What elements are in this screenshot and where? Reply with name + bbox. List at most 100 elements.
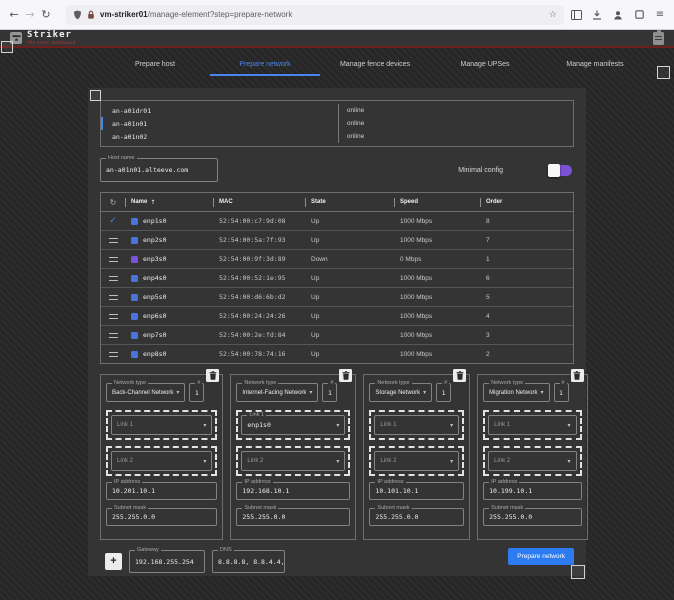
gateway-field[interactable]: Gateway 192.168.255.254 <box>129 550 205 573</box>
interface-checkbox[interactable] <box>131 275 138 282</box>
delete-network-button[interactable] <box>339 369 352 382</box>
sidebar-icon[interactable] <box>570 9 582 21</box>
interface-checkbox[interactable] <box>131 294 138 301</box>
drag-handle-icon[interactable] <box>109 257 118 262</box>
minimal-config-toggle[interactable] <box>549 165 572 176</box>
host-name: an-a01n01 <box>112 120 338 128</box>
interface-speed: 1000 Mbps <box>394 237 480 244</box>
network-type-select[interactable]: Network type Back-Channel Network▾ <box>106 383 185 402</box>
link1-dropzone[interactable]: Link 1 enp1s0▾ <box>236 410 350 440</box>
interface-checkbox[interactable] <box>131 313 138 320</box>
host-row-an-a01dr01[interactable]: an-a01dr01 online <box>101 104 573 117</box>
network-type-select[interactable]: Network type Internet-Facing Network▾ <box>236 383 318 402</box>
interface-mac: 52:54:00:78:74:16 <box>213 350 305 358</box>
link2-dropzone[interactable]: Link 2▾ <box>369 446 464 476</box>
link2-select[interactable]: Link 2▾ <box>241 451 345 471</box>
interface-checkbox[interactable] <box>131 351 138 358</box>
network-card-storage: Network type Storage Network▾ # 1 Link 1… <box>363 374 470 540</box>
drag-handle-icon[interactable] <box>109 276 118 281</box>
delete-network-button[interactable] <box>206 369 219 382</box>
url-bar[interactable]: vm-striker01/manage-element?step=prepare… <box>66 5 564 25</box>
drag-handle-icon[interactable] <box>109 352 118 357</box>
tab-manage-manifests[interactable]: Manage manifests <box>540 50 650 79</box>
drag-handle-icon[interactable] <box>109 314 118 319</box>
ip-address-field[interactable]: IP address 10.201.10.1 <box>106 482 217 500</box>
drag-handle-icon[interactable] <box>109 295 118 300</box>
interface-speed: 1000 Mbps <box>394 332 480 339</box>
link2-dropzone[interactable]: Link 2▾ <box>106 446 217 476</box>
link1-select[interactable]: Link 1▾ <box>374 415 459 435</box>
drag-handle-icon[interactable] <box>109 238 118 243</box>
account-icon[interactable] <box>612 9 624 21</box>
tab-prepare-network[interactable]: Prepare network <box>210 50 320 79</box>
brand-title: Striker <box>27 31 75 40</box>
column-order[interactable]: Order <box>480 198 573 207</box>
column-state[interactable]: State <box>305 198 394 207</box>
ip-address-field[interactable]: IP address 10.101.10.1 <box>369 482 464 500</box>
delete-network-button[interactable] <box>571 369 584 382</box>
host-name: an-a01dr01 <box>112 107 338 115</box>
network-type-select[interactable]: Network type Migration Network▾ <box>483 383 549 402</box>
column-speed[interactable]: Speed <box>394 198 480 207</box>
link1-select[interactable]: Link 1 enp1s0▾ <box>241 415 345 435</box>
tab-prepare-host[interactable]: Prepare host <box>100 50 210 79</box>
link1-select[interactable]: Link 1▾ <box>488 415 576 435</box>
selected-check-icon[interactable]: ✓ <box>109 217 117 226</box>
network-sequence-field[interactable]: # 1 <box>322 383 337 402</box>
host-row-an-a01n02[interactable]: an-a01n02 online <box>101 130 573 143</box>
subnet-mask-field[interactable]: Subnet mask 255.255.0.0 <box>369 508 464 526</box>
link2-select[interactable]: Link 2▾ <box>488 451 576 471</box>
link1-placeholder: Link 1 <box>380 422 396 428</box>
forward-icon[interactable]: → <box>22 0 38 30</box>
menu-icon[interactable]: ≡ <box>654 9 666 21</box>
link1-select[interactable]: Link 1▾ <box>111 415 212 435</box>
link2-select[interactable]: Link 2▾ <box>374 451 459 471</box>
server-list-icon[interactable] <box>653 32 664 45</box>
back-icon[interactable]: ← <box>6 0 22 30</box>
link1-dropzone[interactable]: Link 1▾ <box>369 410 464 440</box>
column-name[interactable]: Name↑ <box>125 198 213 207</box>
add-network-button[interactable]: + <box>105 553 122 570</box>
link1-dropzone[interactable]: Link 1▾ <box>106 410 217 440</box>
sequence-label: # <box>328 380 335 387</box>
chevron-down-icon: ▾ <box>537 389 543 396</box>
shield-icon[interactable] <box>73 10 82 20</box>
dns-field[interactable]: DNS 8.8.8.8, 8.8.4.4, 192.168.25 <box>212 550 285 573</box>
network-type-select[interactable]: Network type Storage Network▾ <box>369 383 432 402</box>
column-mac[interactable]: MAC <box>213 198 305 207</box>
prepare-network-button[interactable]: Prepare network <box>508 548 574 565</box>
interface-state: Up <box>305 218 394 225</box>
tab-manage-upses[interactable]: Manage UPSes <box>430 50 540 79</box>
bookmark-star-icon[interactable]: ☆ <box>549 10 557 20</box>
link2-select[interactable]: Link 2▾ <box>111 451 212 471</box>
interface-checkbox[interactable] <box>131 237 138 244</box>
subnet-mask-field[interactable]: Subnet mask 255.255.0.0 <box>106 508 217 526</box>
ip-address-field[interactable]: IP address 192.168.10.1 <box>236 482 350 500</box>
interface-order: 4 <box>480 313 573 320</box>
extensions-icon[interactable] <box>633 9 645 21</box>
routing-row: + Gateway 192.168.255.254 DNS 8.8.8.8, 8… <box>100 550 574 573</box>
subnet-mask-field[interactable]: Subnet mask 255.255.0.0 <box>236 508 350 526</box>
interface-checkbox[interactable] <box>131 256 138 263</box>
subnet-mask-field[interactable]: Subnet mask 255.255.0.0 <box>483 508 581 526</box>
reload-icon[interactable]: ↻ <box>38 0 54 30</box>
tab-manage-fence-devices[interactable]: Manage fence devices <box>320 50 430 79</box>
link2-dropzone[interactable]: Link 2▾ <box>483 446 581 476</box>
interface-state: Down <box>305 256 394 263</box>
host-name-field[interactable]: Host name an-a01n01.alteeve.com <box>100 158 218 182</box>
delete-network-button[interactable] <box>453 369 466 382</box>
network-sequence-field[interactable]: # 1 <box>436 383 451 402</box>
network-sequence-field[interactable]: # 1 <box>189 383 204 402</box>
refresh-icon[interactable]: ↻ <box>110 198 117 207</box>
lock-icon[interactable] <box>87 10 95 20</box>
link1-dropzone[interactable]: Link 1▾ <box>483 410 581 440</box>
interface-checkbox[interactable] <box>131 332 138 339</box>
drag-handle-icon[interactable] <box>109 333 118 338</box>
host-row-an-a01n01[interactable]: an-a01n01 online <box>101 117 573 130</box>
url-path: /manage-element?step=prepare-network <box>148 10 293 19</box>
download-icon[interactable] <box>591 9 603 21</box>
link2-dropzone[interactable]: Link 2▾ <box>236 446 350 476</box>
interface-checkbox[interactable] <box>131 218 138 225</box>
network-sequence-field[interactable]: # 1 <box>554 383 569 402</box>
ip-address-field[interactable]: IP address 10.199.10.1 <box>483 482 581 500</box>
